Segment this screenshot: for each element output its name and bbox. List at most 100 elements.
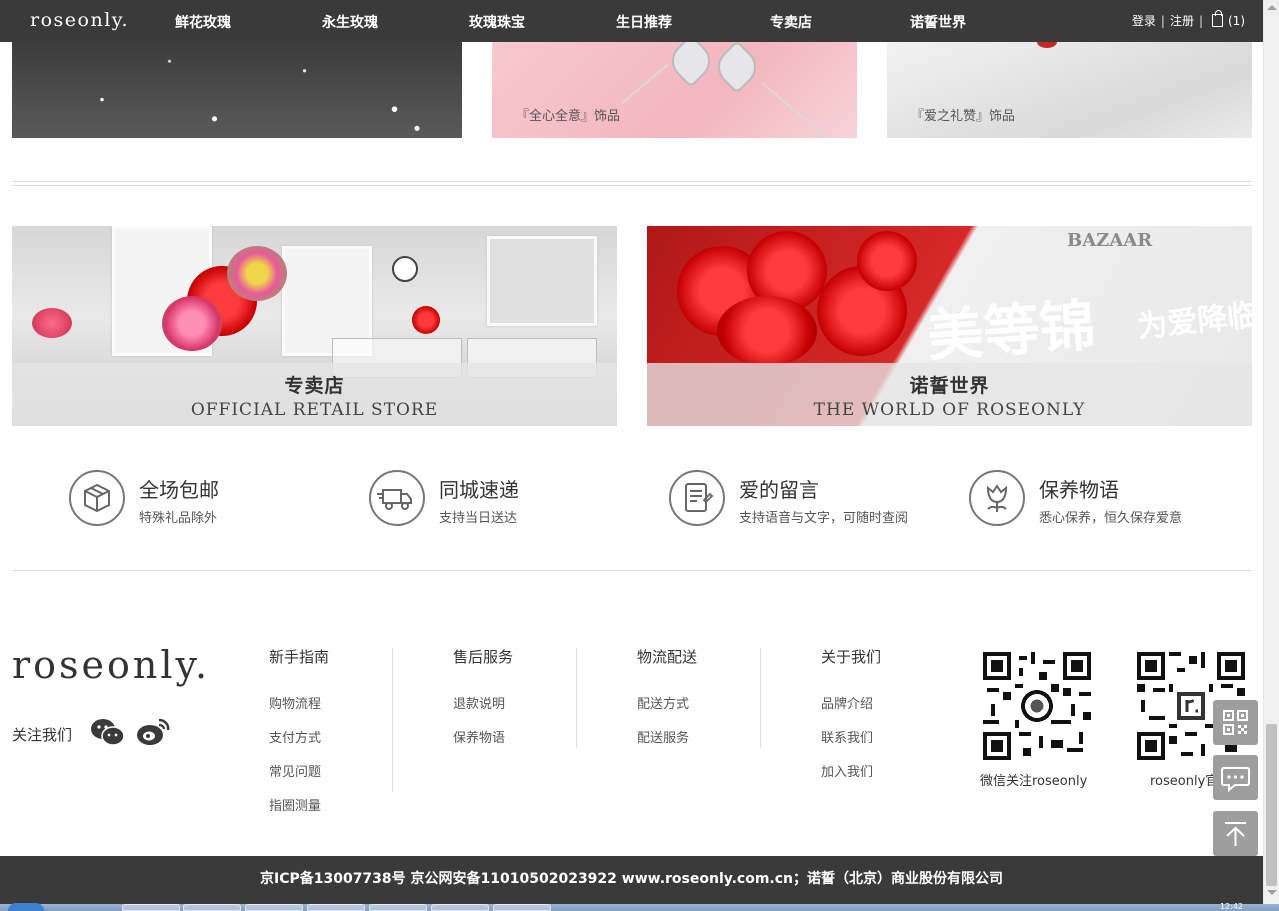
taskbar-app[interactable] (183, 904, 241, 911)
product-caption: 『爱之礼赞』饰品 (911, 109, 1016, 124)
red-rose-bouquet (857, 231, 917, 291)
column-divider (576, 648, 577, 748)
service-subtitle: 特殊礼品除外 (139, 511, 218, 526)
footer-link[interactable]: 购物流程 (269, 693, 329, 712)
bazaar-logo: BAZAAR (1067, 230, 1153, 251)
scroll-up-arrow-icon[interactable] (1267, 5, 1277, 10)
cart-count[interactable]: (1) (1228, 14, 1245, 28)
taskbar-app[interactable] (493, 904, 551, 911)
red-rose-bouquet (717, 296, 817, 366)
banner-label: 专卖店 OFFICIAL RETAIL STORE (12, 363, 617, 426)
store-shelf (487, 236, 597, 326)
footer-link[interactable]: 指圈测量 (269, 795, 329, 814)
footer-link[interactable]: 配送服务 (637, 727, 697, 746)
footer-link[interactable]: 常见问题 (269, 761, 329, 780)
footer-link[interactable]: 退款说明 (453, 693, 513, 712)
weibo-icon[interactable] (135, 716, 171, 748)
heart-pendant (710, 42, 764, 94)
nav-logo[interactable]: roseonly. (30, 9, 129, 31)
service-subtitle: 支持当日送达 (439, 511, 518, 526)
service-title: 全场包邮 (139, 478, 219, 502)
package-box-icon (69, 470, 125, 526)
footer-link[interactable]: 加入我们 (821, 761, 881, 780)
separator: | (1160, 13, 1165, 28)
banner-world-of-roseonly[interactable]: BAZAAR 美等锦 为爱降临 诺誓世界 THE WORLD OF ROSEON… (647, 226, 1252, 426)
product-image-1[interactable] (12, 42, 462, 138)
nav-item-stores[interactable]: 专卖店 (770, 12, 812, 32)
scroll-down-arrow-icon[interactable] (1267, 890, 1277, 895)
wechat-icon[interactable] (90, 716, 126, 748)
footer-column-about: 关于我们 品牌介绍 联系我们 加入我们 (821, 646, 881, 795)
banner-official-store[interactable]: 专卖店 OFFICIAL RETAIL STORE (12, 226, 617, 426)
footer-column-title: 售后服务 (453, 648, 514, 666)
service-title: 保养物语 (1039, 478, 1119, 502)
wechat-qr-code (983, 652, 1091, 760)
chat-float-button[interactable] (1213, 755, 1258, 800)
banner-subtitle: THE WORLD OF ROSEONLY (813, 400, 1086, 420)
message-note-icon (669, 470, 725, 526)
service-subtitle: 支持语音与文字，可随时查阅 (739, 511, 909, 526)
qr-code-float-button[interactable] (1213, 700, 1258, 745)
footer-link[interactable]: 品牌介绍 (821, 693, 881, 712)
footer-link[interactable]: 配送方式 (637, 693, 697, 712)
column-divider (760, 648, 761, 748)
qr-caption: 微信关注roseonly (980, 774, 1088, 789)
nav-item-world[interactable]: 诺誓世界 (910, 12, 966, 32)
scrollbar-thumb[interactable] (1266, 724, 1277, 886)
section-divider (12, 181, 1252, 186)
flower-bouquet (162, 296, 222, 351)
calligraphy-text: 为爱降临 (1135, 297, 1252, 346)
footer-link[interactable]: 支付方式 (269, 727, 329, 746)
account-links: 登录 | 注册 | (1) (1132, 10, 1245, 29)
column-divider (392, 648, 393, 792)
product-image-3[interactable]: 『爱之礼赞』饰品 (887, 42, 1252, 138)
nav-item-fresh-roses[interactable]: 鲜花玫瑰 (175, 12, 231, 32)
footer-link[interactable]: 联系我们 (821, 727, 881, 746)
banner-title: 专卖店 (284, 375, 345, 397)
taskbar-app[interactable] (122, 904, 180, 911)
nav-item-rose-jewelry[interactable]: 玫瑰珠宝 (469, 12, 525, 32)
register-link[interactable]: 注册 (1170, 12, 1194, 29)
qr-caption: roseonly官 (1150, 774, 1219, 789)
back-to-top-button[interactable] (1213, 811, 1258, 856)
necklace-chain (761, 82, 832, 138)
start-button-icon[interactable] (8, 903, 44, 911)
flower-bouquet (412, 306, 440, 334)
product-caption: 『全心全意』饰品 (516, 109, 621, 124)
flower-bouquet (227, 246, 287, 301)
product-image-2[interactable]: 『全心全意』饰品 (492, 42, 857, 138)
footer-column-guide: 新手指南 购物流程 支付方式 常见问题 指圈测量 (269, 646, 329, 829)
service-subtitle: 悉心保养，恒久保存爱意 (1039, 511, 1183, 526)
banner-title: 诺誓世界 (909, 375, 990, 397)
heart-pendant (664, 42, 718, 88)
section-divider (12, 570, 1252, 571)
banner-subtitle: OFFICIAL RETAIL STORE (190, 400, 439, 420)
footer-logo[interactable]: roseonly. (12, 643, 210, 687)
taskbar-app[interactable] (431, 904, 489, 911)
separator: | (1198, 13, 1203, 28)
rose-logo-icon (392, 256, 418, 282)
chat-bubble-icon (1221, 767, 1250, 793)
footer-column-title: 关于我们 (821, 648, 882, 666)
banner-label: 诺誓世界 THE WORLD OF ROSEONLY (647, 363, 1252, 426)
gem-accent (1037, 42, 1057, 48)
top-nav-bar: roseonly. 鲜花玫瑰 永生玫瑰 玫瑰珠宝 生日推荐 专卖店 诺誓世界 登… (0, 0, 1263, 42)
taskbar-clock[interactable]: 12:42 (1220, 903, 1243, 911)
icp-footer-bar: 京ICP备13007738号 京公网安备11010502023922 www.r… (0, 856, 1263, 904)
taskbar-app[interactable] (369, 904, 427, 911)
vertical-scrollbar[interactable] (1263, 0, 1279, 904)
nav-item-eternal-roses[interactable]: 永生玫瑰 (322, 12, 378, 32)
login-link[interactable]: 登录 (1132, 12, 1156, 29)
necklace-chain (621, 63, 669, 104)
footer-link[interactable]: 保养物语 (453, 727, 513, 746)
shopping-bag-icon[interactable] (1212, 10, 1223, 27)
nav-item-birthday[interactable]: 生日推荐 (616, 12, 672, 32)
rose-care-icon (969, 470, 1025, 526)
delivery-truck-icon (369, 470, 425, 526)
qr-code-icon (1223, 710, 1248, 735)
taskbar-app[interactable] (307, 904, 365, 911)
footer-column-title: 新手指南 (269, 648, 330, 666)
footer-column-title: 物流配送 (637, 648, 698, 666)
taskbar-app[interactable] (245, 904, 303, 911)
flower-bouquet (32, 308, 72, 338)
